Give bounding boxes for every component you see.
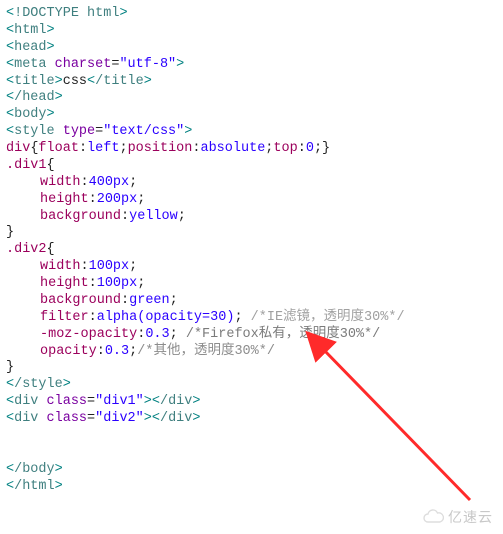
- blank-line: [6, 428, 497, 445]
- code-line: -moz-opacity:0.3; /*Firefox私有，透明度30%*/: [6, 327, 497, 344]
- code-line: <div class="div1"></div>: [6, 394, 497, 411]
- watermark: 亿速云: [422, 509, 493, 527]
- code-line: </style>: [6, 377, 497, 394]
- code-line: </body>: [6, 462, 497, 479]
- code-line: }: [6, 225, 497, 242]
- code-line: height:200px;: [6, 192, 497, 209]
- code-line: <style type="text/css">: [6, 124, 497, 141]
- code-line: height:100px;: [6, 276, 497, 293]
- code-line: </html>: [6, 479, 497, 496]
- code-line: width:100px;: [6, 259, 497, 276]
- code-line: <html>: [6, 23, 497, 40]
- code-line: filter:alpha(opacity=30); /*IE滤镜，透明度30%*…: [6, 310, 497, 327]
- code-block: <!DOCTYPE html> <html> <head> <meta char…: [6, 6, 497, 495]
- code-line: div{float:left;position:absolute;top:0;}: [6, 141, 497, 158]
- code-line: .div2{: [6, 242, 497, 259]
- code-line: <body>: [6, 107, 497, 124]
- code-line: }: [6, 360, 497, 377]
- code-line: background:yellow;: [6, 209, 497, 226]
- blank-line: [6, 445, 497, 462]
- code-line: <title>css</title>: [6, 74, 497, 91]
- code-line: .div1{: [6, 158, 497, 175]
- code-line: <meta charset="utf-8">: [6, 57, 497, 74]
- code-line: background:green;: [6, 293, 497, 310]
- code-line: opacity:0.3;/*其他，透明度30%*/: [6, 344, 497, 361]
- cloud-icon: [422, 509, 444, 525]
- watermark-text: 亿速云: [448, 509, 493, 527]
- code-line: <div class="div2"></div>: [6, 411, 497, 428]
- code-line: <!DOCTYPE html>: [6, 6, 497, 23]
- code-line: <head>: [6, 40, 497, 57]
- code-line: width:400px;: [6, 175, 497, 192]
- code-line: </head>: [6, 90, 497, 107]
